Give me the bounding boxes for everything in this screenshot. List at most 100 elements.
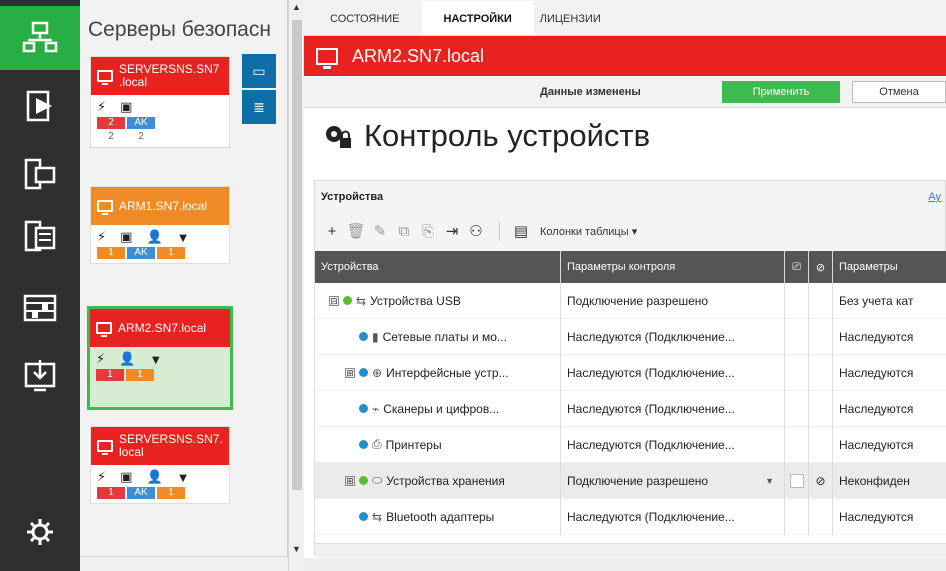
device-name: Устройства хранения — [386, 473, 505, 488]
monitor-icon — [96, 322, 112, 337]
power-icon: ⚡ — [97, 229, 107, 244]
copy-icon[interactable]: ⧉ — [393, 223, 415, 240]
changes-status: Данные изменены — [540, 86, 641, 98]
tag: 1 — [97, 247, 125, 259]
main-hscroll[interactable] — [304, 558, 946, 571]
params-value: Неконфиден — [839, 473, 910, 488]
server-icon — [24, 220, 56, 252]
delete-icon[interactable]: 🗑 — [345, 222, 367, 240]
rail-workstations[interactable] — [0, 142, 80, 206]
rail-policies[interactable] — [0, 74, 80, 138]
cancel-button[interactable]: Отмена — [852, 81, 946, 103]
col-check-icon[interactable]: ⊘ — [809, 251, 833, 283]
edit-icon[interactable]: ✎ — [369, 222, 391, 240]
add-icon[interactable]: + — [321, 223, 343, 240]
table-row[interactable]: ⌁ Сканеры и цифров... Наследуются (Подключ… — [315, 390, 946, 427]
expand-icon[interactable]: ⊞ — [345, 367, 355, 378]
control-param-cell[interactable]: Подключение разрешено ▼ — [561, 462, 785, 499]
table-row[interactable]: ▮ Сетевые платы и мо... Наследуются (Подкл… — [315, 318, 946, 355]
rail-updates[interactable] — [0, 344, 80, 408]
control-param-value: Наследуются (Подключение... — [567, 329, 735, 344]
chip-icon: ▣ — [120, 99, 133, 114]
switch-icon — [23, 294, 57, 322]
scroll-thumb[interactable] — [292, 20, 302, 490]
tree-icon[interactable]: ⚇ — [465, 222, 487, 240]
usb-icon: ⇆ — [356, 293, 367, 308]
card-side-actions: ▭ ≣ — [242, 54, 286, 154]
control-param-value: Наследуются (Подключение... — [567, 401, 735, 416]
export-icon[interactable]: ⇥ — [441, 222, 463, 240]
rail-network[interactable] — [0, 6, 80, 70]
device-flag-cell — [785, 318, 809, 355]
device-flag-cell — [785, 498, 809, 535]
params-cell: Наследуются — [833, 391, 946, 427]
table-row[interactable]: ⊟ ⇆ Устройства USB Подключение разрешено Без… — [315, 282, 946, 319]
card-name: SERVERSNS.SN7 .local — [119, 62, 220, 89]
rail-settings[interactable] — [0, 500, 80, 564]
check-circle-icon[interactable]: ⊘ — [815, 474, 825, 488]
device-cell: ⎙ Принтеры — [315, 426, 561, 463]
card-icons: ⚡ ▣ — [97, 99, 223, 115]
collapse-icon[interactable]: ⊟ — [329, 295, 339, 306]
server-action-icon[interactable]: ≣ — [242, 90, 276, 124]
monitor-action-icon[interactable]: ▭ — [242, 54, 276, 88]
col-control-params[interactable]: Параметры контроля — [561, 251, 785, 283]
expand-icon[interactable]: ⊞ — [345, 475, 355, 486]
check-cell — [809, 282, 833, 319]
check-cell: ⊘ — [809, 462, 833, 499]
dropdown-arrow-icon[interactable]: ▼ — [765, 476, 774, 486]
apply-button[interactable]: Применить — [722, 81, 840, 103]
power-icon: ⚡ — [96, 351, 106, 366]
columns-button[interactable]: Колонки таблицы ▾ — [540, 225, 637, 238]
row-checkbox[interactable] — [789, 473, 804, 488]
action-bar: Данные изменены Применить Отмена — [304, 76, 946, 108]
table-icon[interactable]: ▤ — [510, 222, 532, 240]
device-flag-cell — [785, 390, 809, 427]
device-name: Интерфейсные устр... — [386, 365, 509, 380]
devices-section: Устройства Ау + 🗑 ✎ ⧉ ⎘ ⇥ ⚇ ▤ Колонки та… — [314, 180, 946, 557]
monitor-icon — [97, 200, 113, 215]
server-card[interactable]: ARM1.SN7.local ⚡ ▣ 👤 ▼ 1 AK 1 — [90, 186, 230, 264]
filter-icon: ▼ — [176, 229, 190, 245]
params-value: Наследуются — [839, 509, 914, 524]
params-cell: Наследуются — [833, 499, 946, 535]
tab-settings[interactable]: НАСТРОЙКИ — [421, 1, 534, 35]
chip-icon: ▣ — [120, 229, 133, 244]
tag: 1 — [96, 369, 124, 381]
section-link[interactable]: Ау — [928, 191, 941, 203]
rail-switches[interactable] — [0, 276, 80, 340]
status-dot — [359, 440, 368, 449]
devices-table: Устройства Параметры контроля ⎚ ⊘ Параме… — [315, 251, 946, 557]
col-devices[interactable]: Устройства — [315, 251, 561, 283]
server-card[interactable]: SERVERSNS.SN7. local ⚡ ▣ 👤 ▼ 1 AK 1 — [90, 426, 230, 504]
tag: 1 — [126, 369, 154, 381]
paste-icon[interactable]: ⎘ — [417, 223, 439, 240]
tab-status[interactable]: СОСТОЯНИЕ — [324, 13, 422, 35]
table-row[interactable]: ⇆ Bluetooth адаптеры Наследуются (Подключе… — [315, 498, 946, 535]
device-flag-cell — [785, 462, 809, 499]
check-cell — [809, 390, 833, 427]
servers-vscroll[interactable]: ▲ ▼ — [288, 0, 304, 571]
scroll-down-icon[interactable]: ▼ — [292, 544, 301, 554]
device-name: Сетевые платы и мо... — [382, 329, 507, 344]
control-param-cell: Подключение разрешено — [561, 282, 785, 319]
col-params[interactable]: Параметры — [833, 251, 946, 283]
table-hscroll[interactable] — [315, 543, 946, 557]
host-titlebar: ARM2.SN7.local — [304, 36, 946, 76]
table-row[interactable]: ⎙ Принтеры Наследуются (Подключение... Насл… — [315, 426, 946, 463]
card-name: ARM1.SN7.local — [119, 198, 208, 213]
tab-licenses[interactable]: ЛИЦЕНЗИИ — [534, 13, 623, 35]
params-cell: Неконфиден — [833, 463, 946, 499]
col-device-icon[interactable]: ⎚ — [785, 251, 809, 283]
scroll-up-icon[interactable]: ▲ — [292, 2, 301, 12]
server-card-selected[interactable]: ARM2.SN7.local ⚡ 👤 ▼ 11 — [87, 306, 233, 410]
card-header: ARM1.SN7.local — [91, 187, 229, 225]
rail-servers[interactable] — [0, 204, 80, 268]
servers-hscroll[interactable] — [80, 556, 288, 571]
device-cell: ⌁ Сканеры и цифров... — [315, 390, 561, 427]
table-row[interactable]: ⊞ ⬭ Устройства хранения Подключение разреше… — [315, 462, 946, 499]
server-card[interactable]: SERVERSNS.SN7 .local ⚡ ▣ 2 AK 22 — [90, 56, 230, 148]
check-cell — [809, 426, 833, 463]
table-row[interactable]: ⊞ ⊕ Интерфейсные устр... Наследуются (Подкл… — [315, 354, 946, 391]
tag: 1 — [157, 247, 185, 259]
